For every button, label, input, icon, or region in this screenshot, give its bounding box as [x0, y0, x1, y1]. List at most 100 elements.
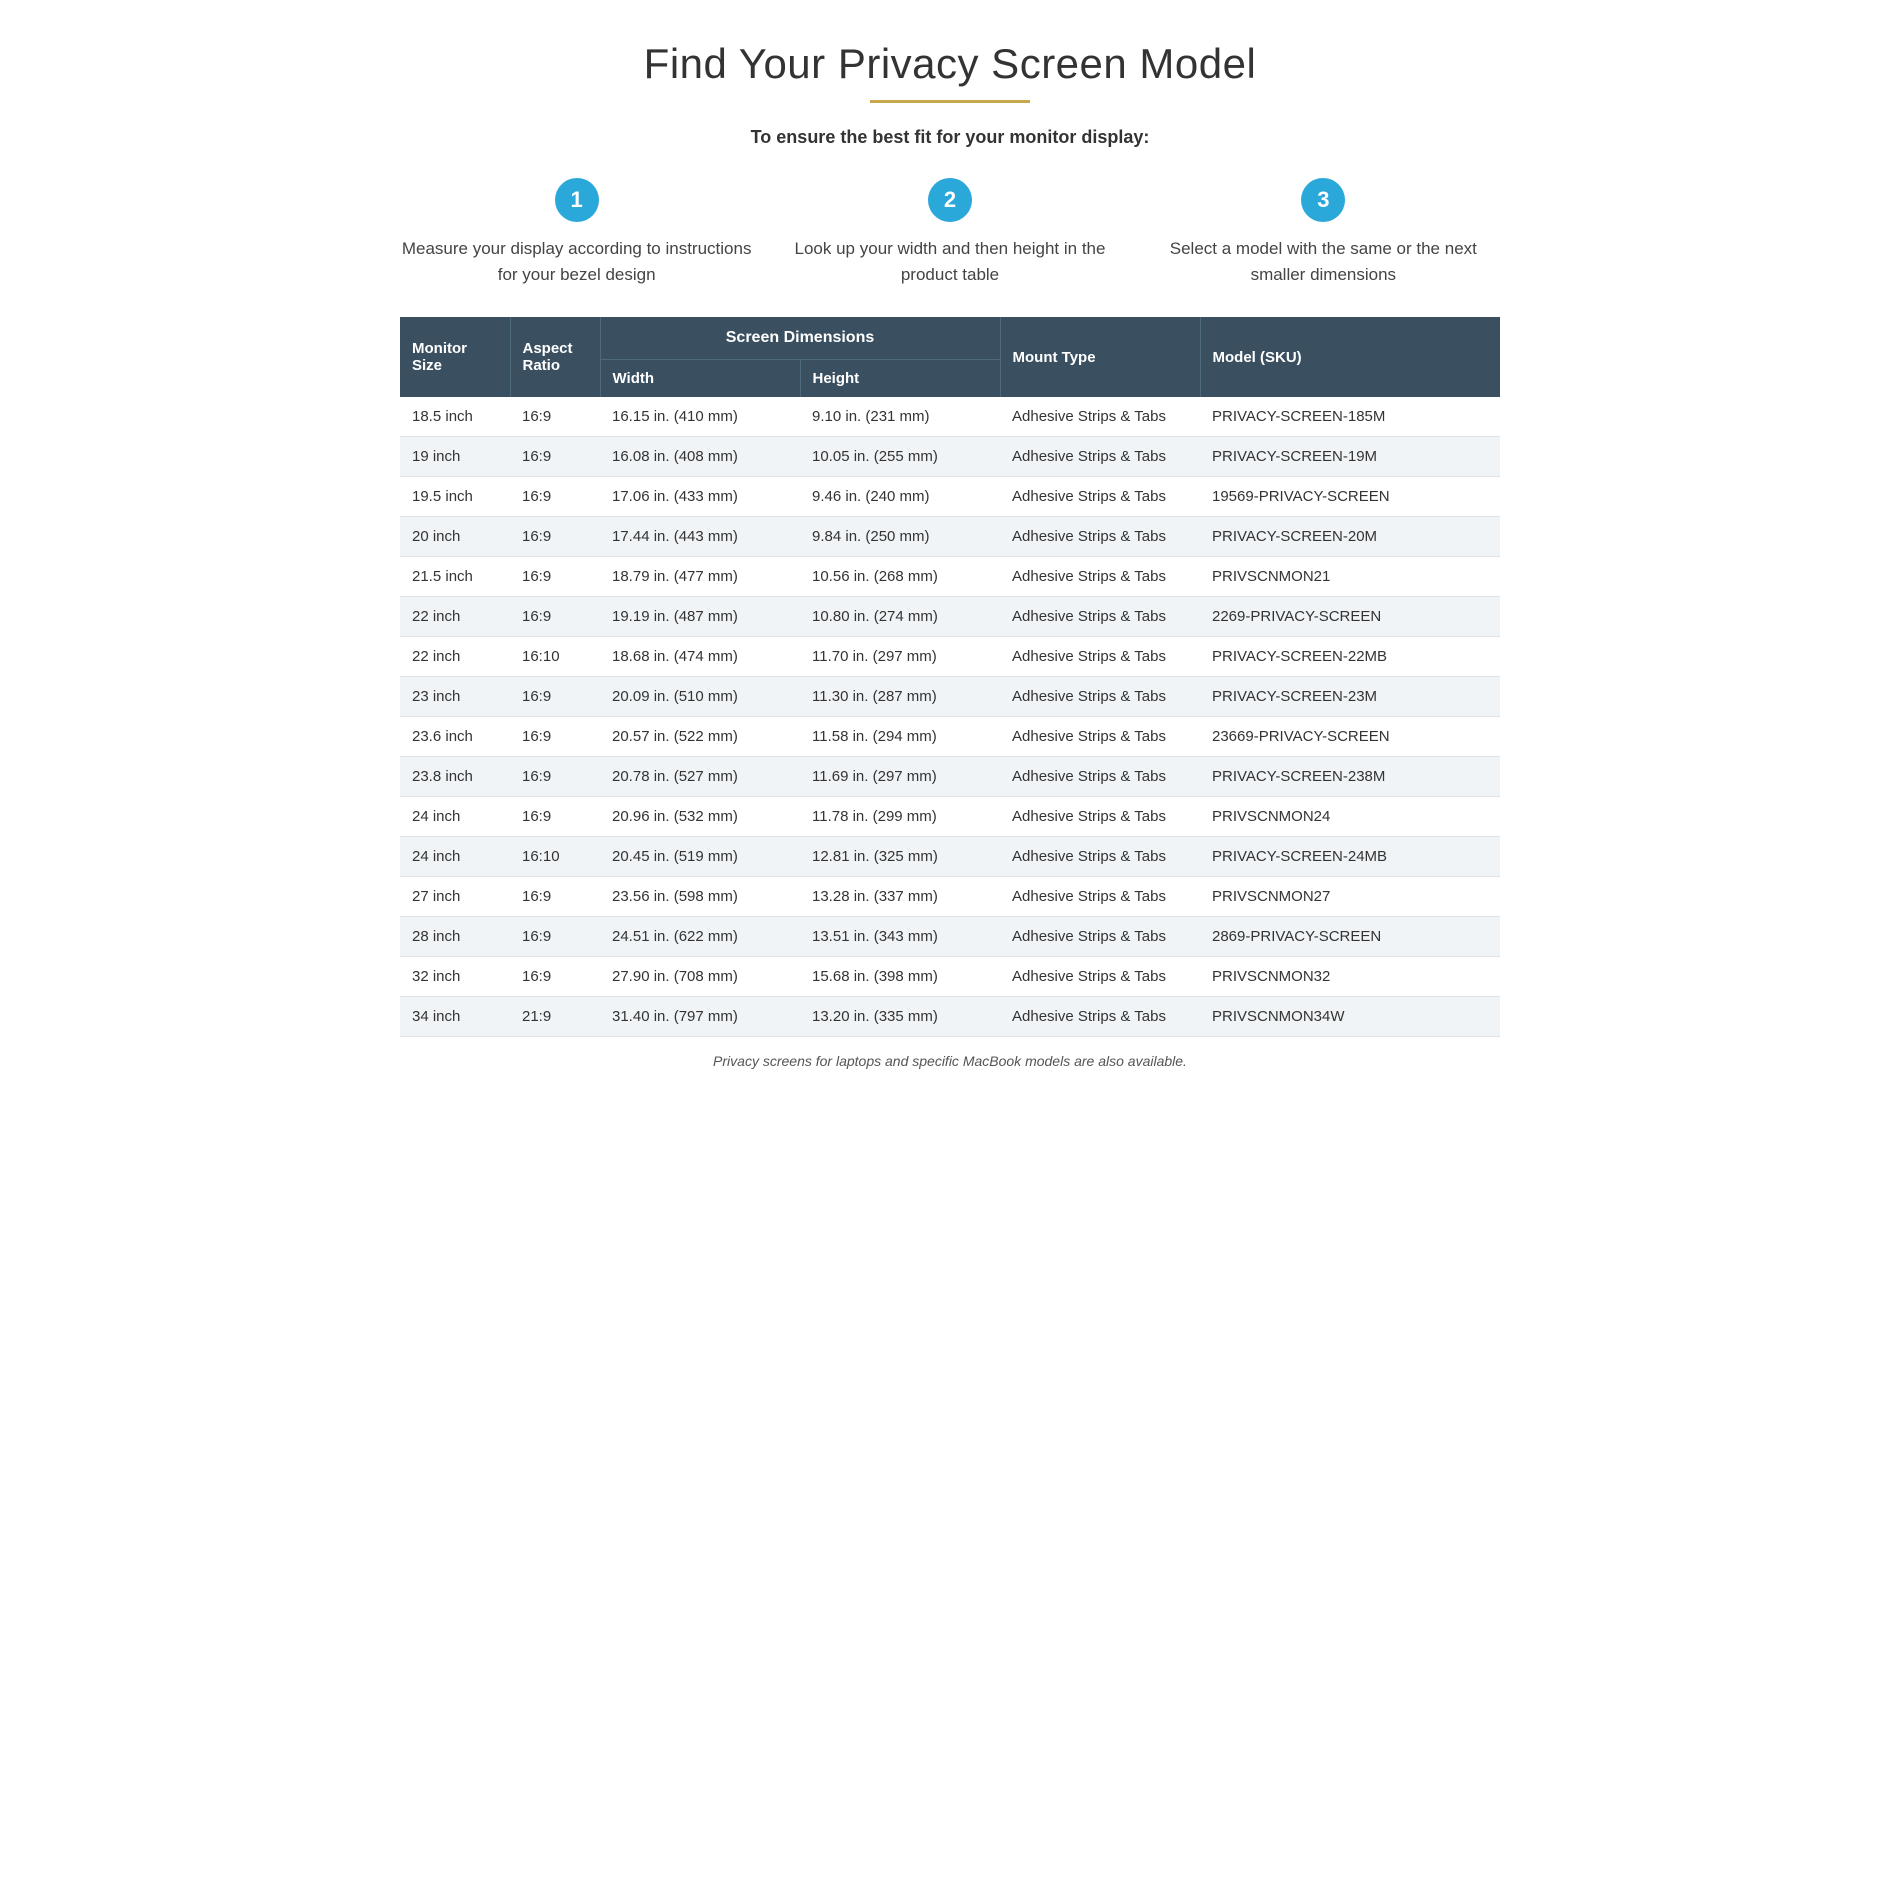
table-cell: 16:9	[510, 797, 600, 837]
table-cell: Adhesive Strips & Tabs	[1000, 637, 1200, 677]
table-cell: Adhesive Strips & Tabs	[1000, 757, 1200, 797]
product-table: MonitorSize AspectRatio Screen Dimension…	[400, 317, 1500, 1037]
table-wrapper: MonitorSize AspectRatio Screen Dimension…	[400, 317, 1500, 1037]
table-cell: PRIVSCNMON24	[1200, 797, 1500, 837]
table-row: 23 inch16:920.09 in. (510 mm)11.30 in. (…	[400, 677, 1500, 717]
table-cell: 22 inch	[400, 597, 510, 637]
table-cell: 20.96 in. (532 mm)	[600, 797, 800, 837]
table-cell: 23.6 inch	[400, 717, 510, 757]
table-cell: 16:9	[510, 397, 600, 437]
table-row: 24 inch16:1020.45 in. (519 mm)12.81 in. …	[400, 837, 1500, 877]
table-cell: 10.56 in. (268 mm)	[800, 557, 1000, 597]
table-cell: Adhesive Strips & Tabs	[1000, 877, 1200, 917]
table-body: 18.5 inch16:916.15 in. (410 mm)9.10 in. …	[400, 397, 1500, 1037]
table-row: 21.5 inch16:918.79 in. (477 mm)10.56 in.…	[400, 557, 1500, 597]
page-container: Find Your Privacy Screen Model To ensure…	[400, 40, 1500, 1069]
col-aspect-ratio: AspectRatio	[510, 317, 600, 397]
table-cell: Adhesive Strips & Tabs	[1000, 797, 1200, 837]
table-cell: 24 inch	[400, 837, 510, 877]
table-cell: PRIVSCNMON32	[1200, 957, 1500, 997]
col-width: Width	[600, 360, 800, 398]
table-cell: 23 inch	[400, 677, 510, 717]
table-cell: 24.51 in. (622 mm)	[600, 917, 800, 957]
col-height: Height	[800, 360, 1000, 398]
table-cell: Adhesive Strips & Tabs	[1000, 557, 1200, 597]
table-cell: 16:9	[510, 757, 600, 797]
table-cell: 10.05 in. (255 mm)	[800, 437, 1000, 477]
main-title: Find Your Privacy Screen Model	[644, 40, 1257, 88]
col-mount-type: Mount Type	[1000, 317, 1200, 397]
table-cell: 31.40 in. (797 mm)	[600, 997, 800, 1037]
table-cell: 16:9	[510, 477, 600, 517]
col-model-sku: Model (SKU)	[1200, 317, 1500, 397]
table-cell: 20 inch	[400, 517, 510, 557]
table-cell: 19569-PRIVACY-SCREEN	[1200, 477, 1500, 517]
table-row: 22 inch16:1018.68 in. (474 mm)11.70 in. …	[400, 637, 1500, 677]
table-cell: Adhesive Strips & Tabs	[1000, 677, 1200, 717]
step-3: 3 Select a model with the same or the ne…	[1147, 178, 1500, 287]
table-cell: 16:9	[510, 677, 600, 717]
table-cell: 19.19 in. (487 mm)	[600, 597, 800, 637]
table-cell: Adhesive Strips & Tabs	[1000, 957, 1200, 997]
table-cell: PRIVACY-SCREEN-24MB	[1200, 837, 1500, 877]
table-row: 19 inch16:916.08 in. (408 mm)10.05 in. (…	[400, 437, 1500, 477]
table-cell: 2869-PRIVACY-SCREEN	[1200, 917, 1500, 957]
table-cell: 9.10 in. (231 mm)	[800, 397, 1000, 437]
table-cell: 13.20 in. (335 mm)	[800, 997, 1000, 1037]
table-row: 18.5 inch16:916.15 in. (410 mm)9.10 in. …	[400, 397, 1500, 437]
table-cell: 23.56 in. (598 mm)	[600, 877, 800, 917]
table-cell: 20.45 in. (519 mm)	[600, 837, 800, 877]
table-cell: 12.81 in. (325 mm)	[800, 837, 1000, 877]
step-1: 1 Measure your display according to inst…	[400, 178, 753, 287]
table-cell: PRIVACY-SCREEN-19M	[1200, 437, 1500, 477]
col-screen-dims: Screen Dimensions	[600, 317, 1000, 360]
table-cell: 34 inch	[400, 997, 510, 1037]
table-cell: 11.58 in. (294 mm)	[800, 717, 1000, 757]
table-cell: PRIVACY-SCREEN-23M	[1200, 677, 1500, 717]
table-cell: 18.68 in. (474 mm)	[600, 637, 800, 677]
table-cell: PRIVACY-SCREEN-20M	[1200, 517, 1500, 557]
table-cell: 15.68 in. (398 mm)	[800, 957, 1000, 997]
step-3-circle: 3	[1301, 178, 1345, 222]
table-cell: 27.90 in. (708 mm)	[600, 957, 800, 997]
table-cell: 22 inch	[400, 637, 510, 677]
table-cell: 19.5 inch	[400, 477, 510, 517]
table-cell: 11.78 in. (299 mm)	[800, 797, 1000, 837]
table-cell: Adhesive Strips & Tabs	[1000, 477, 1200, 517]
table-cell: 16:10	[510, 837, 600, 877]
table-row: 34 inch21:931.40 in. (797 mm)13.20 in. (…	[400, 997, 1500, 1037]
steps-row: 1 Measure your display according to inst…	[400, 178, 1500, 287]
table-cell: 16:9	[510, 717, 600, 757]
col-monitor-size: MonitorSize	[400, 317, 510, 397]
table-cell: 11.30 in. (287 mm)	[800, 677, 1000, 717]
table-cell: PRIVSCNMON34W	[1200, 997, 1500, 1037]
table-cell: 13.51 in. (343 mm)	[800, 917, 1000, 957]
table-cell: PRIVACY-SCREEN-22MB	[1200, 637, 1500, 677]
table-cell: 32 inch	[400, 957, 510, 997]
table-row: 23.6 inch16:920.57 in. (522 mm)11.58 in.…	[400, 717, 1500, 757]
step-1-circle: 1	[555, 178, 599, 222]
table-row: 19.5 inch16:917.06 in. (433 mm)9.46 in. …	[400, 477, 1500, 517]
table-cell: Adhesive Strips & Tabs	[1000, 437, 1200, 477]
table-cell: Adhesive Strips & Tabs	[1000, 917, 1200, 957]
table-cell: 9.84 in. (250 mm)	[800, 517, 1000, 557]
table-cell: 16:9	[510, 957, 600, 997]
table-cell: 16:9	[510, 877, 600, 917]
table-cell: 23.8 inch	[400, 757, 510, 797]
table-cell: Adhesive Strips & Tabs	[1000, 997, 1200, 1037]
table-cell: 16:9	[510, 597, 600, 637]
table-cell: PRIVACY-SCREEN-185M	[1200, 397, 1500, 437]
table-cell: 16:9	[510, 917, 600, 957]
table-cell: 2269-PRIVACY-SCREEN	[1200, 597, 1500, 637]
gold-divider	[870, 100, 1030, 103]
table-cell: 21:9	[510, 997, 600, 1037]
table-cell: 17.44 in. (443 mm)	[600, 517, 800, 557]
table-cell: 11.70 in. (297 mm)	[800, 637, 1000, 677]
table-row: 28 inch16:924.51 in. (622 mm)13.51 in. (…	[400, 917, 1500, 957]
table-row: 22 inch16:919.19 in. (487 mm)10.80 in. (…	[400, 597, 1500, 637]
table-cell: Adhesive Strips & Tabs	[1000, 517, 1200, 557]
step-3-text: Select a model with the same or the next…	[1147, 236, 1500, 287]
step-2-text: Look up your width and then height in th…	[773, 236, 1126, 287]
table-cell: Adhesive Strips & Tabs	[1000, 837, 1200, 877]
table-cell: 16:10	[510, 637, 600, 677]
